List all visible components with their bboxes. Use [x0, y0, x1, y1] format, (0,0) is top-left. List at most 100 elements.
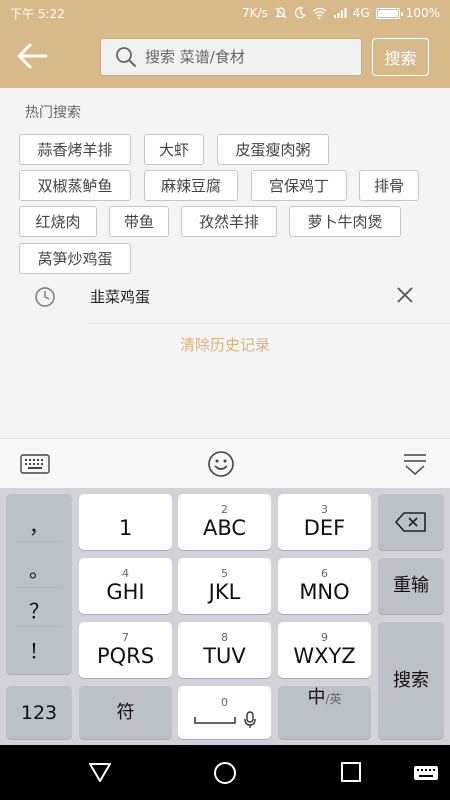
recents-nav-icon[interactable] [340, 761, 362, 783]
hot-search-chip[interactable]: 带鱼 [109, 206, 169, 237]
close-icon[interactable] [394, 284, 416, 306]
moon-icon [294, 7, 306, 19]
space-key-row [193, 710, 256, 729]
divider [16, 626, 62, 627]
arrow-left-icon [17, 43, 48, 69]
clock-icon [35, 287, 55, 307]
hot-search-chip[interactable]: 孜然羊排 [181, 206, 277, 237]
hot-search-chip[interactable]: 蒜香烤羊排 [19, 134, 131, 165]
keyboard-icon [20, 454, 50, 474]
history-item-label: 韭菜鸡蛋 [90, 288, 151, 306]
hot-search-chip[interactable]: 宫保鸡丁 [251, 170, 347, 201]
key-label: 搜索 [393, 669, 429, 691]
mute-icon [275, 7, 287, 19]
home-nav-icon[interactable] [213, 761, 237, 785]
punctuation-key[interactable]: ， [6, 510, 72, 539]
punctuation-column: ， 。 ？ ！ [6, 494, 72, 674]
search-input[interactable] [145, 48, 345, 66]
back-nav-icon[interactable] [88, 761, 112, 783]
key-wxyz[interactable]: 9 WXYZ [278, 622, 371, 678]
key-label: DEF [303, 516, 346, 540]
key-sub: 5 [221, 567, 228, 580]
search-content: 热门搜索 蒜香烤羊排 大虾 皮蛋瘦肉粥 双椒蒸鲈鱼 麻辣豆腐 宫保鸡丁 排骨 红… [0, 88, 450, 438]
network-type: 4G [352, 6, 370, 20]
hot-search-chip[interactable]: 红烧肉 [19, 206, 97, 237]
hot-search-chip[interactable]: 麻辣豆腐 [144, 170, 238, 201]
keyboard-nav-icon[interactable] [413, 765, 439, 781]
punctuation-key[interactable]: ？ [6, 595, 72, 624]
emoji-button[interactable] [206, 451, 236, 477]
key-sub: 6 [321, 567, 328, 580]
key-label: JKL [208, 580, 241, 604]
key-label: TUV [203, 644, 246, 668]
language-toggle-key[interactable]: 中 /英 [278, 686, 371, 739]
hot-search-chip[interactable]: 双椒蒸鲈鱼 [19, 170, 131, 201]
key-label: 123 [20, 701, 58, 724]
key-sub: 4 [122, 567, 129, 580]
key-1[interactable]: 1 [79, 494, 172, 550]
status-icons: 7K/s 4G 100% [242, 6, 440, 20]
key-sub: /英 [325, 692, 342, 706]
key-pqrs[interactable]: 7 PQRS [79, 622, 172, 678]
key-label: 中 [307, 687, 326, 708]
key-tuv[interactable]: 8 TUV [178, 622, 271, 678]
emoji-icon [208, 451, 234, 477]
wifi-icon [312, 7, 327, 19]
hot-search-chip[interactable]: 大虾 [144, 134, 204, 165]
battery-level: 100% [405, 6, 440, 20]
divider [16, 541, 62, 542]
space-bar-icon [193, 716, 236, 724]
navigation-bar [0, 745, 450, 800]
key-label: WXYZ [293, 644, 356, 668]
key-label: 1 [118, 516, 133, 540]
signal-icon [333, 8, 347, 18]
collapse-keyboard-icon [404, 454, 426, 476]
symbol-key[interactable]: 符 [79, 686, 172, 739]
backspace-icon [395, 512, 426, 532]
key-sub: 9 [321, 631, 328, 644]
divider [88, 323, 450, 324]
network-speed: 7K/s [241, 6, 268, 20]
divider [16, 587, 62, 588]
search-icon [116, 47, 136, 67]
key-sub: 8 [221, 631, 228, 644]
back-button[interactable] [14, 40, 50, 72]
num-toggle-key[interactable]: 123 [6, 686, 72, 739]
keyboard-switch-button[interactable] [20, 451, 50, 477]
collapse-keyboard-button[interactable] [400, 451, 430, 477]
key-mno[interactable]: 6 MNO [278, 558, 371, 614]
reinput-key[interactable]: 重输 [378, 558, 444, 614]
history-item[interactable]: 韭菜鸡蛋 [0, 270, 450, 324]
hot-search-chip[interactable]: 萝卜牛肉煲 [289, 206, 401, 237]
key-sub: 3 [321, 503, 328, 516]
key-jkl[interactable]: 5 JKL [178, 558, 271, 614]
punctuation-key[interactable]: ！ [6, 635, 72, 664]
microphone-icon [243, 710, 256, 728]
screen: 下午 5:22 7K/s 4G 100% 搜索 热门搜 [0, 0, 450, 800]
hot-search-chip[interactable]: 皮蛋瘦肉粥 [217, 134, 329, 165]
keyboard-toolbar [0, 438, 450, 488]
key-abc[interactable]: 2 ABC [178, 494, 271, 550]
key-label: MNO [299, 580, 350, 604]
key-label: 重输 [393, 575, 429, 596]
search-key[interactable]: 搜索 [378, 622, 444, 739]
key-label: 符 [116, 701, 135, 723]
hot-search-title: 热门搜索 [25, 105, 81, 121]
backspace-key[interactable] [378, 494, 444, 550]
key-sub: 2 [221, 503, 228, 516]
search-header: 搜索 [0, 26, 450, 88]
key-label: ABC [202, 516, 247, 540]
key-def[interactable]: 3 DEF [278, 494, 371, 550]
status-bar: 下午 5:22 7K/s 4G 100% [0, 0, 450, 26]
key-sub: 0 [221, 695, 228, 709]
search-button[interactable]: 搜索 [372, 38, 429, 76]
clear-history-button[interactable]: 清除历史记录 [0, 334, 450, 355]
space-key[interactable]: 0 [178, 686, 271, 739]
punctuation-key[interactable]: 。 [6, 554, 72, 583]
hot-search-chip[interactable]: 排骨 [359, 170, 419, 201]
search-box[interactable] [100, 38, 362, 76]
key-sub: 7 [122, 631, 129, 644]
battery-icon [375, 7, 403, 19]
key-ghi[interactable]: 4 GHI [79, 558, 172, 614]
keyboard: ， 。 ？ ！ 1 2 ABC 3 DEF 4 GHI 5 JKL 6 MNO … [0, 488, 450, 745]
